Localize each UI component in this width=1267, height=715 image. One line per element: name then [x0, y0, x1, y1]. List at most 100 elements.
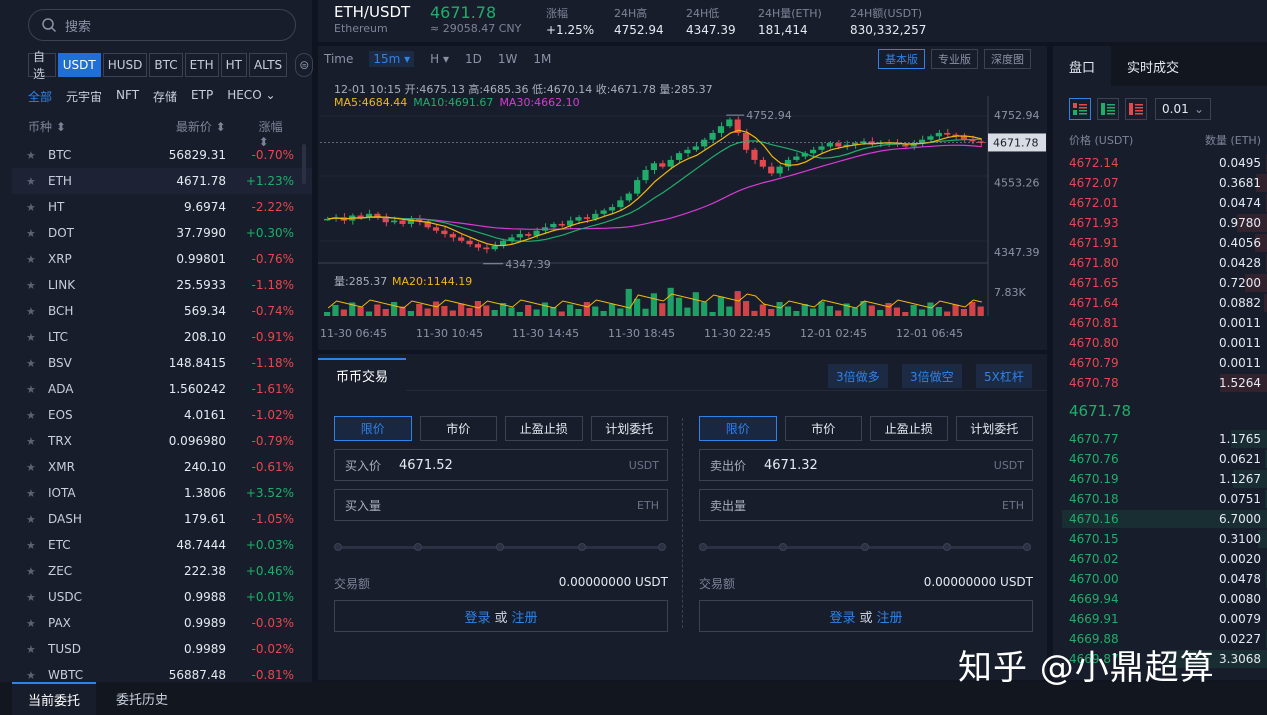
chart-mode-1[interactable]: 专业版	[931, 49, 978, 69]
quote-tab-ht[interactable]: HT	[220, 53, 247, 77]
coin-row-ltc[interactable]: ★ LTC 208.10 -0.91%	[12, 324, 312, 350]
book-bids-icon[interactable]	[1097, 98, 1119, 120]
chart-interval-2[interactable]: H ▾	[430, 52, 449, 66]
precision-select[interactable]: 0.01 ⌄	[1155, 98, 1211, 120]
asks-row[interactable]: 4670.78 1.5264	[1053, 373, 1267, 393]
coin-row-usdc[interactable]: ★ USDC 0.9988 +0.01%	[12, 584, 312, 610]
asks-row[interactable]: 4671.65 0.7200	[1053, 273, 1267, 293]
quote-tab-eth[interactable]: ETH	[184, 53, 219, 77]
register-link[interactable]: 注册	[512, 607, 538, 626]
star-icon[interactable]: ★	[26, 565, 42, 578]
chart-interval-0[interactable]: Time	[324, 52, 353, 66]
bids-row[interactable]: 4670.77 1.1765	[1053, 429, 1267, 449]
bids-row[interactable]: 4670.02 0.0020	[1053, 549, 1267, 569]
pair-name[interactable]: ETH/USDT	[334, 3, 410, 21]
coin-row-dot[interactable]: ★ DOT 37.7990 +0.30%	[12, 220, 312, 246]
bids-row[interactable]: 4669.91 0.0079	[1053, 609, 1267, 629]
quote-tab-btc[interactable]: BTC	[149, 53, 183, 77]
login-link[interactable]: 登录	[464, 607, 490, 626]
short-3x-button[interactable]: 3倍做空	[902, 364, 962, 388]
asks-row[interactable]: 4672.01 0.0474	[1053, 193, 1267, 213]
coin-row-ht[interactable]: ★ HT 9.6974 -2.22%	[12, 194, 312, 220]
coin-row-eth[interactable]: ★ ETH 4671.78 +1.23%	[12, 168, 312, 194]
coin-row-xmr[interactable]: ★ XMR 240.10 -0.61%	[12, 454, 312, 480]
login-link[interactable]: 登录	[829, 607, 855, 626]
star-icon[interactable]: ★	[26, 669, 42, 682]
quote-tab-usdt[interactable]: USDT	[57, 53, 101, 77]
star-icon[interactable]: ★	[26, 175, 42, 188]
quote-tab-alts[interactable]: ALTS	[248, 53, 288, 77]
tab-orderbook[interactable]: 盘口	[1053, 46, 1112, 86]
sell-stop-tab[interactable]: 止盈止损	[870, 416, 948, 441]
sell-plan-tab[interactable]: 计划委托	[955, 416, 1033, 441]
star-icon[interactable]: ★	[26, 305, 42, 318]
asks-row[interactable]: 4670.80 0.0011	[1053, 333, 1267, 353]
category-tab[interactable]: NFT	[116, 88, 139, 105]
star-icon[interactable]: ★	[26, 461, 42, 474]
bids-row[interactable]: 4670.18 0.0751	[1053, 489, 1267, 509]
star-icon[interactable]: ★	[26, 617, 42, 630]
category-tab[interactable]: 元宇宙	[66, 88, 102, 105]
star-icon[interactable]: ★	[26, 357, 42, 370]
asks-row[interactable]: 4672.07 0.3681	[1053, 173, 1267, 193]
star-icon[interactable]: ★	[26, 591, 42, 604]
star-icon[interactable]: ★	[26, 409, 42, 422]
buy-limit-tab[interactable]: 限价	[334, 416, 412, 441]
chart-mode-2[interactable]: 深度图	[984, 49, 1031, 69]
coin-row-iota[interactable]: ★ IOTA 1.3806 +3.52%	[12, 480, 312, 506]
bids-row[interactable]: 4670.15 0.3100	[1053, 529, 1267, 549]
coin-row-etc[interactable]: ★ ETC 48.7444 +0.03%	[12, 532, 312, 558]
coin-row-link[interactable]: ★ LINK 25.5933 -1.18%	[12, 272, 312, 298]
coin-row-dash[interactable]: ★ DASH 179.61 -1.05%	[12, 506, 312, 532]
coin-row-zec[interactable]: ★ ZEC 222.38 +0.46%	[12, 558, 312, 584]
asks-row[interactable]: 4672.14 0.0495	[1053, 153, 1267, 173]
category-tab[interactable]: 存储	[153, 88, 177, 105]
tab-spot-trade[interactable]: 币币交易	[318, 358, 406, 390]
book-both-icon[interactable]	[1069, 98, 1091, 120]
sell-market-tab[interactable]: 市价	[784, 416, 862, 441]
star-icon[interactable]: ★	[26, 201, 42, 214]
coin-row-pax[interactable]: ★ PAX 0.9989 -0.03%	[12, 610, 312, 636]
coin-row-ada[interactable]: ★ ADA 1.560242 -1.61%	[12, 376, 312, 402]
chart-interval-4[interactable]: 1W	[498, 52, 518, 66]
bids-row[interactable]: 4670.76 0.0621	[1053, 449, 1267, 469]
coin-row-bch[interactable]: ★ BCH 569.34 -0.74%	[12, 298, 312, 324]
star-icon[interactable]: ★	[26, 435, 42, 448]
star-icon[interactable]: ★	[26, 487, 42, 500]
asks-row[interactable]: 4671.93 0.9780	[1053, 213, 1267, 233]
sell-limit-tab[interactable]: 限价	[699, 416, 777, 441]
category-tab[interactable]: HECO ⌄	[227, 88, 275, 105]
buy-plan-tab[interactable]: 计划委托	[590, 416, 668, 441]
chart-mode-0[interactable]: 基本版	[878, 49, 925, 69]
star-icon[interactable]: ★	[26, 149, 42, 162]
coin-row-trx[interactable]: ★ TRX 0.096980 -0.79%	[12, 428, 312, 454]
coin-row-btc[interactable]: ★ BTC 56829.31 -0.70%	[12, 142, 312, 168]
register-link[interactable]: 注册	[877, 607, 903, 626]
star-icon[interactable]: ★	[26, 539, 42, 552]
asks-row[interactable]: 4670.79 0.0011	[1053, 353, 1267, 373]
star-icon[interactable]: ★	[26, 253, 42, 266]
buy-percent-slider[interactable]	[334, 543, 668, 551]
bids-row[interactable]: 4669.94 0.0080	[1053, 589, 1267, 609]
asks-row[interactable]: 4671.64 0.0882	[1053, 293, 1267, 313]
long-3x-button[interactable]: 3倍做多	[828, 364, 888, 388]
menu-icon[interactable]: ⊜	[295, 53, 314, 77]
buy-stop-tab[interactable]: 止盈止损	[505, 416, 583, 441]
margin-5x-button[interactable]: 5X杠杆	[976, 364, 1032, 388]
tab-order-history[interactable]: 委托历史	[116, 682, 168, 715]
chart-interval-1[interactable]: 15m ▾	[369, 51, 415, 67]
bids-row[interactable]: 4670.00 0.0478	[1053, 569, 1267, 589]
coin-row-xrp[interactable]: ★ XRP 0.99801 -0.76%	[12, 246, 312, 272]
coin-row-eos[interactable]: ★ EOS 4.0161 -1.02%	[12, 402, 312, 428]
quote-tab-husd[interactable]: HUSD	[102, 53, 148, 77]
chart-interval-5[interactable]: 1M	[533, 52, 551, 66]
buy-price-field[interactable]: 买入价 4671.52 USDT	[334, 449, 668, 481]
list-scrollbar[interactable]	[302, 144, 306, 184]
coin-row-tusd[interactable]: ★ TUSD 0.9989 -0.02%	[12, 636, 312, 662]
star-icon[interactable]: ★	[26, 227, 42, 240]
sell-qty-field[interactable]: 卖出量 ETH	[699, 489, 1033, 521]
category-tab[interactable]: 全部	[28, 88, 52, 105]
sell-percent-slider[interactable]	[699, 543, 1033, 551]
star-icon[interactable]: ★	[26, 643, 42, 656]
star-icon[interactable]: ★	[26, 383, 42, 396]
